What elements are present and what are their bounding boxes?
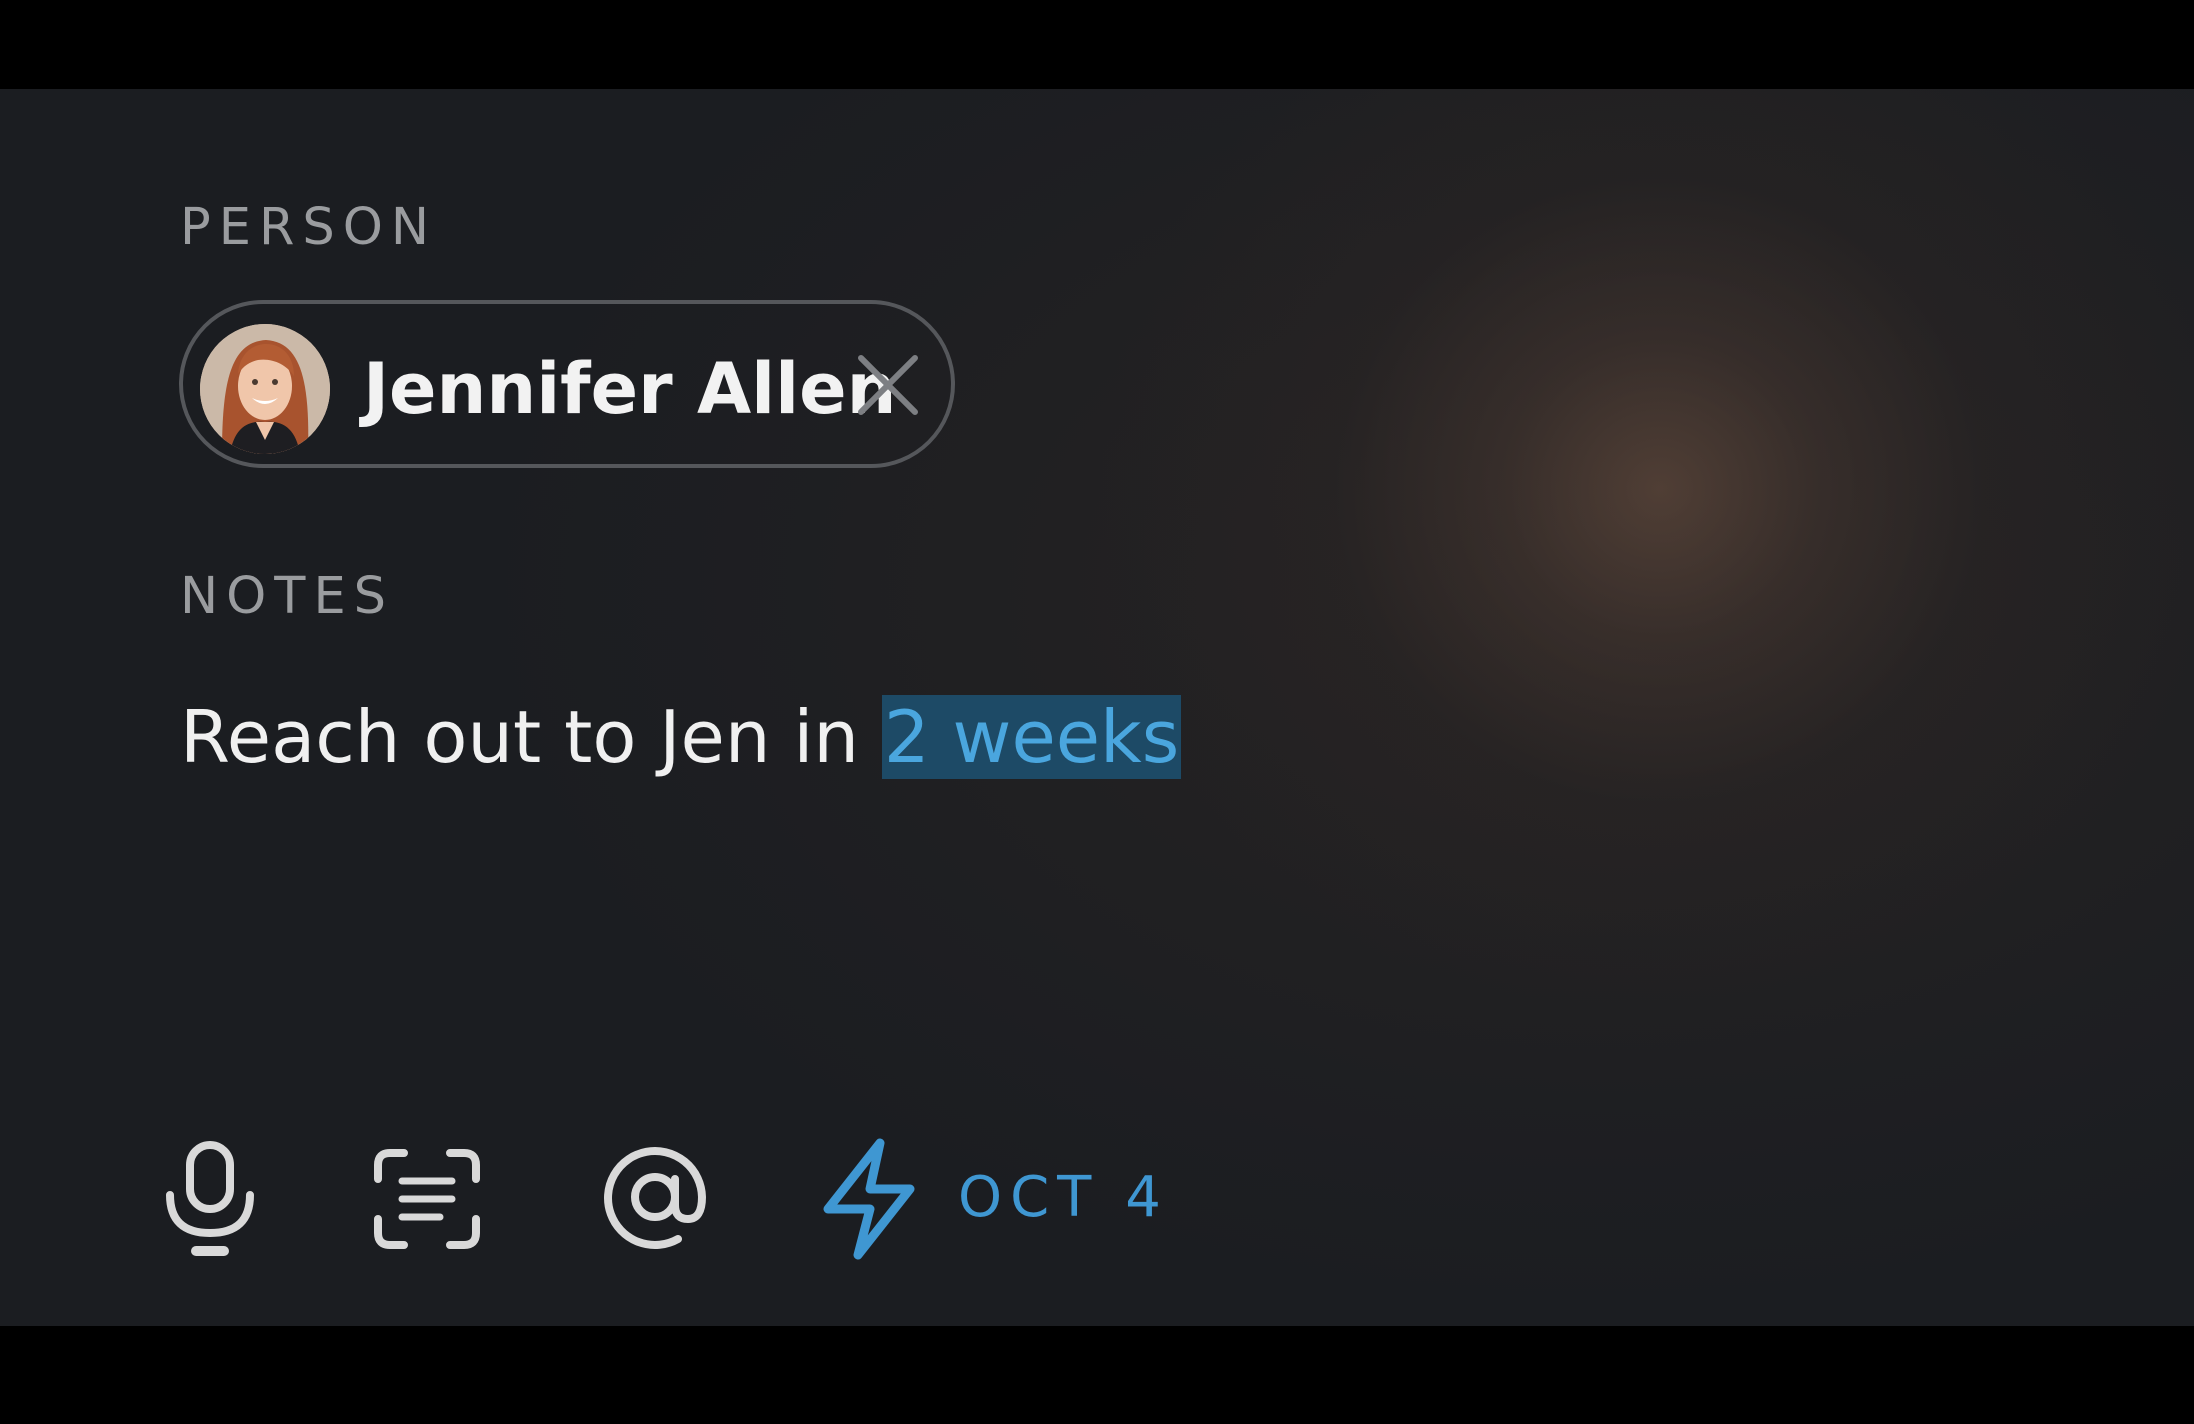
person-name: Jennifer Allen [363,348,897,430]
remove-person-button[interactable] [853,350,923,420]
scan-text-icon [374,1149,480,1249]
person-chip[interactable]: Jennifer Allen [179,300,955,468]
letterbox-bottom [0,1326,2194,1424]
avatar [200,324,330,454]
letterbox-top [0,0,2194,89]
note-text: Reach out to Jen in [180,695,882,779]
detected-date-highlight[interactable]: 2 weeks [881,695,1182,779]
scan-text-button[interactable] [372,1147,482,1251]
dictation-button[interactable] [160,1139,260,1259]
notes-card: PERSON Jennifer Allen NOTES Reach out to… [0,89,2194,1326]
microphone-icon [166,1141,254,1256]
notes-input[interactable]: Reach out to Jen in 2 weeks [180,695,1182,779]
notes-section-label: NOTES [180,567,395,626]
at-sign-icon [604,1147,707,1249]
person-section-label: PERSON [180,198,438,257]
close-icon [858,355,918,415]
lightning-bolt-icon [823,1138,915,1260]
reminder-date: OCT 4 [958,1165,1169,1230]
reminder-button[interactable]: OCT 4 [818,1137,1161,1261]
mention-button[interactable] [600,1139,710,1259]
